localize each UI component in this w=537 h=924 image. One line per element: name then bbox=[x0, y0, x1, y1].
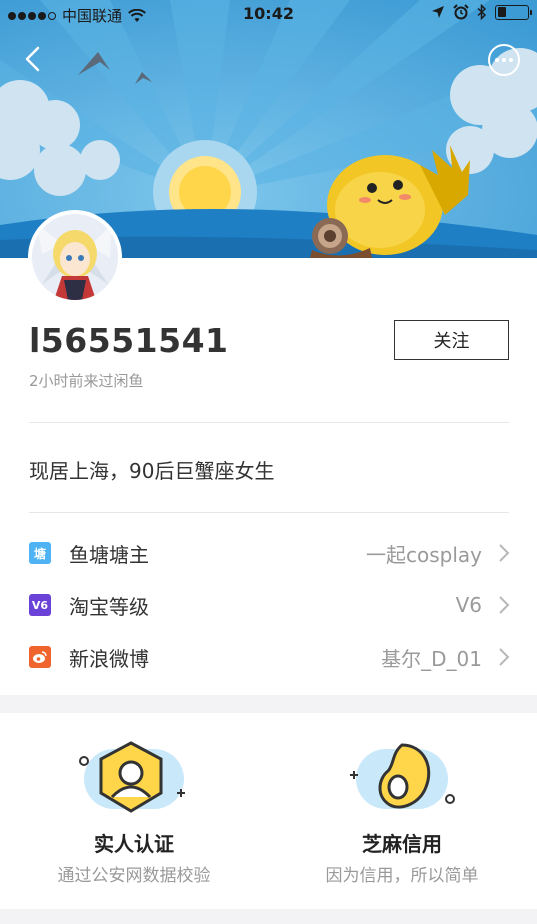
chevron-right-icon bbox=[499, 544, 510, 562]
username: l56551541 bbox=[29, 321, 229, 360]
info-label: 鱼塘塘主 bbox=[69, 542, 149, 567]
realname-shield-icon bbox=[79, 741, 185, 813]
realname-title: 实人认证 bbox=[94, 832, 174, 856]
chevron-right-icon bbox=[499, 648, 510, 666]
divider bbox=[29, 422, 509, 423]
realname-verification-card[interactable]: 实人认证 通过公安网数据校验 bbox=[0, 713, 268, 909]
location-arrow-icon bbox=[432, 6, 444, 18]
avatar-image bbox=[32, 214, 118, 300]
info-value: V6 bbox=[455, 593, 482, 617]
taobao-level-icon: V6 bbox=[29, 594, 51, 616]
zhima-subtitle: 因为信用，所以简单 bbox=[325, 866, 479, 886]
fishpond-icon: 塘 bbox=[29, 542, 51, 564]
realname-subtitle: 通过公安网数据校验 bbox=[57, 866, 211, 886]
back-button[interactable] bbox=[18, 44, 48, 74]
bio-text: 现居上海，90后巨蟹座女生 bbox=[29, 459, 275, 483]
verification-section: 实人认证 通过公安网数据校验 芝麻信用 因为信用，所以简单 bbox=[0, 713, 537, 909]
follow-button[interactable]: 关注 bbox=[394, 320, 509, 360]
info-label: 淘宝等级 bbox=[69, 594, 149, 619]
info-row-fishpond[interactable]: 塘 鱼塘塘主 一起cosplay bbox=[29, 533, 514, 573]
divider bbox=[29, 512, 509, 513]
last-seen-text: 2小时前来过闲鱼 bbox=[29, 372, 144, 390]
battery-icon bbox=[495, 4, 532, 20]
status-right bbox=[431, 4, 532, 20]
info-value: 一起cosplay bbox=[366, 542, 482, 567]
info-label: 新浪微博 bbox=[69, 646, 149, 671]
chevron-right-icon bbox=[499, 596, 510, 614]
more-button[interactable] bbox=[488, 44, 520, 76]
more-dots-icon bbox=[495, 58, 499, 62]
avatar[interactable] bbox=[28, 210, 122, 304]
zhima-credit-card[interactable]: 芝麻信用 因为信用，所以简单 bbox=[268, 713, 536, 909]
zhima-title: 芝麻信用 bbox=[362, 832, 442, 856]
info-row-weibo[interactable]: 新浪微博 基尔_D_01 bbox=[29, 637, 514, 677]
info-row-taobao-level[interactable]: V6 淘宝等级 V6 bbox=[29, 585, 514, 625]
status-bar: 中国联通 10:42 bbox=[0, 0, 537, 30]
zhima-credit-icon bbox=[350, 743, 455, 809]
alarm-icon bbox=[453, 4, 469, 20]
weibo-icon bbox=[29, 646, 51, 668]
bluetooth-icon bbox=[477, 4, 487, 20]
info-value: 基尔_D_01 bbox=[381, 646, 482, 671]
